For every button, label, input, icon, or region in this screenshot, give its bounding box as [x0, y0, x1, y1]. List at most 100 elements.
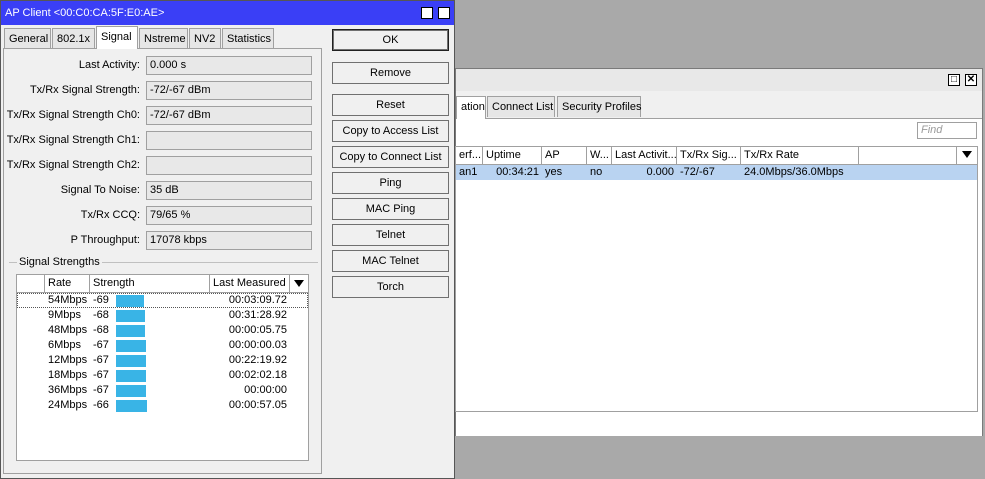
column-wds[interactable]: W... [587, 147, 612, 164]
close-icon[interactable]: ✕ [438, 7, 450, 19]
table-header: erf... Uptime AP W... Last Activit... Tx… [456, 147, 977, 165]
signal-strengths-group-title: Signal Strengths [17, 255, 102, 269]
table-row[interactable]: 9Mbps -68 00:31:28.92 [17, 308, 308, 323]
cell-rate: 9Mbps [48, 309, 82, 321]
cell-rate: 18Mbps [48, 369, 88, 381]
torch-button[interactable]: Torch [332, 276, 449, 298]
close-icon[interactable]: ✕ [965, 74, 977, 86]
ping-button[interactable]: Ping [332, 172, 449, 194]
field-label: Tx/Rx Signal Strength Ch1: [6, 134, 140, 146]
registration-table: erf... Uptime AP W... Last Activit... Tx… [455, 146, 978, 412]
field-label: Tx/Rx Signal Strength Ch0: [6, 109, 140, 121]
maximize-icon[interactable]: □ [421, 7, 433, 19]
cell-strength: -66 [93, 399, 109, 411]
strength-bar [116, 385, 146, 397]
cell-last-measured: 00:03:09.72 [228, 294, 287, 306]
cell-strength: -67 [93, 339, 109, 351]
registration-panel: Find erf... Uptime AP W... Last Activit.… [455, 118, 982, 436]
cell-strength: -69 [93, 294, 109, 306]
cell-rate: 36Mbps [48, 384, 88, 396]
copy-to-access-list-button[interactable]: Copy to Access List [332, 120, 449, 142]
tab-statistics[interactable]: Statistics [222, 28, 274, 49]
field-label: Tx/Rx Signal Strength Ch2: [6, 159, 140, 171]
column-last-measured[interactable]: Last Measured [210, 275, 290, 292]
cell-strength: -67 [93, 354, 109, 366]
column-empty [859, 147, 957, 164]
table-row[interactable]: 48Mbps -68 00:00:05.75 [17, 323, 308, 338]
signal-strengths-table: Rate Strength Last Measured 54Mbps -69 00:… [16, 274, 309, 461]
column-uptime[interactable]: Uptime [483, 147, 542, 164]
strength-bar [116, 370, 146, 382]
table-row[interactable]: 6Mbps -67 00:00:00.03 [17, 338, 308, 353]
cell-last-measured: 00:22:19.92 [228, 354, 287, 366]
strength-bar [116, 310, 145, 322]
table-row[interactable]: 12Mbps -67 00:22:19.92 [17, 353, 308, 368]
signal-strength-ch1-value [146, 131, 312, 150]
maximize-icon[interactable]: □ [948, 74, 960, 86]
cell-rate: 12Mbps [48, 354, 88, 366]
column-dropdown-icon[interactable] [962, 151, 972, 158]
tab-nstreme[interactable]: Nstreme [139, 28, 188, 49]
column-dropdown-icon[interactable] [294, 280, 304, 287]
field-label: Signal To Noise: [60, 184, 140, 196]
tab-label: Security Profiles [562, 101, 642, 113]
tab-signal[interactable]: Signal [96, 26, 138, 49]
column-rate[interactable]: Tx/Rx Rate [741, 147, 859, 164]
cell-strength: -67 [93, 369, 109, 381]
field-label: Tx/Rx CCQ: [80, 209, 140, 221]
cell-last-measured: 00:00:57.05 [228, 399, 287, 411]
column-signal[interactable]: Tx/Rx Sig... [677, 147, 741, 164]
reset-button[interactable]: Reset [332, 94, 449, 116]
tab-connect-list[interactable]: Connect List [487, 96, 555, 117]
registration-window-titlebar[interactable]: □ ✕ [456, 69, 982, 91]
ok-button[interactable]: OK [332, 29, 449, 51]
tab-general[interactable]: General [4, 28, 51, 49]
ccq-value: 79/65 % [146, 206, 312, 225]
tab-label: Statistics [227, 33, 272, 45]
column-ap[interactable]: AP [542, 147, 587, 164]
table-header: Rate Strength Last Measured [17, 275, 308, 293]
tab-8021x[interactable]: 802.1x [52, 28, 95, 49]
field-label: P Throughput: [70, 234, 140, 246]
cell-last-measured: 00:00:05.75 [228, 324, 287, 336]
column-strength[interactable]: Strength [90, 275, 210, 292]
tab-nv2[interactable]: NV2 [189, 28, 221, 49]
tab-label: Connect List [492, 101, 554, 113]
tab-registration[interactable]: ation [456, 96, 486, 119]
column-interface[interactable]: erf... [456, 147, 483, 164]
registration-window: □ ✕ ation Connect List Security Profiles… [455, 68, 983, 436]
strength-bar [116, 355, 146, 367]
signal-strength-ch2-value [146, 156, 312, 175]
signal-strength-ch0-value: -72/-67 dBm [146, 106, 312, 125]
find-input[interactable]: Find [917, 122, 977, 139]
telnet-button[interactable]: Telnet [332, 224, 449, 246]
table-row[interactable]: 18Mbps -67 00:02:02.18 [17, 368, 308, 383]
mac-telnet-button[interactable]: MAC Telnet [332, 250, 449, 272]
cell-last-measured: 00:00:00.03 [228, 339, 287, 351]
cell-strength: -68 [93, 324, 109, 336]
table-row[interactable]: an1 00:34:21 yes no 0.000 -72/-67 24.0Mb… [456, 165, 977, 180]
signal-strength-value: -72/-67 dBm [146, 81, 312, 100]
ap-client-window: AP Client <00:C0:CA:5F:E0:AE> □ ✕ Genera… [0, 0, 455, 479]
strength-bar [116, 295, 144, 307]
field-label: Last Activity: [78, 59, 140, 71]
remove-button[interactable]: Remove [332, 62, 449, 84]
cell-last-activity: 0.000 [646, 166, 674, 178]
table-row[interactable]: 36Mbps -67 00:00:00 [17, 383, 308, 398]
column-spacer [17, 275, 45, 292]
cell-rate: 54Mbps [48, 294, 88, 306]
table-row[interactable]: 54Mbps -69 00:03:09.72 [17, 293, 308, 308]
table-row[interactable]: 24Mbps -66 00:00:57.05 [17, 398, 308, 413]
field-label: Tx/Rx Signal Strength: [29, 84, 140, 96]
column-rate[interactable]: Rate [45, 275, 90, 292]
cell-last-measured: 00:31:28.92 [228, 309, 287, 321]
copy-to-connect-list-button[interactable]: Copy to Connect List [332, 146, 449, 168]
cell-wds: no [590, 166, 603, 178]
mac-ping-button[interactable]: MAC Ping [332, 198, 449, 220]
column-last-activity[interactable]: Last Activit... [612, 147, 677, 164]
cell-rate: 6Mbps [48, 339, 82, 351]
strength-bar [116, 325, 145, 337]
tab-security-profiles[interactable]: Security Profiles [557, 96, 641, 117]
ap-client-titlebar[interactable]: AP Client <00:C0:CA:5F:E0:AE> □ ✕ [1, 1, 454, 25]
last-activity-value: 0.000 s [146, 56, 312, 75]
